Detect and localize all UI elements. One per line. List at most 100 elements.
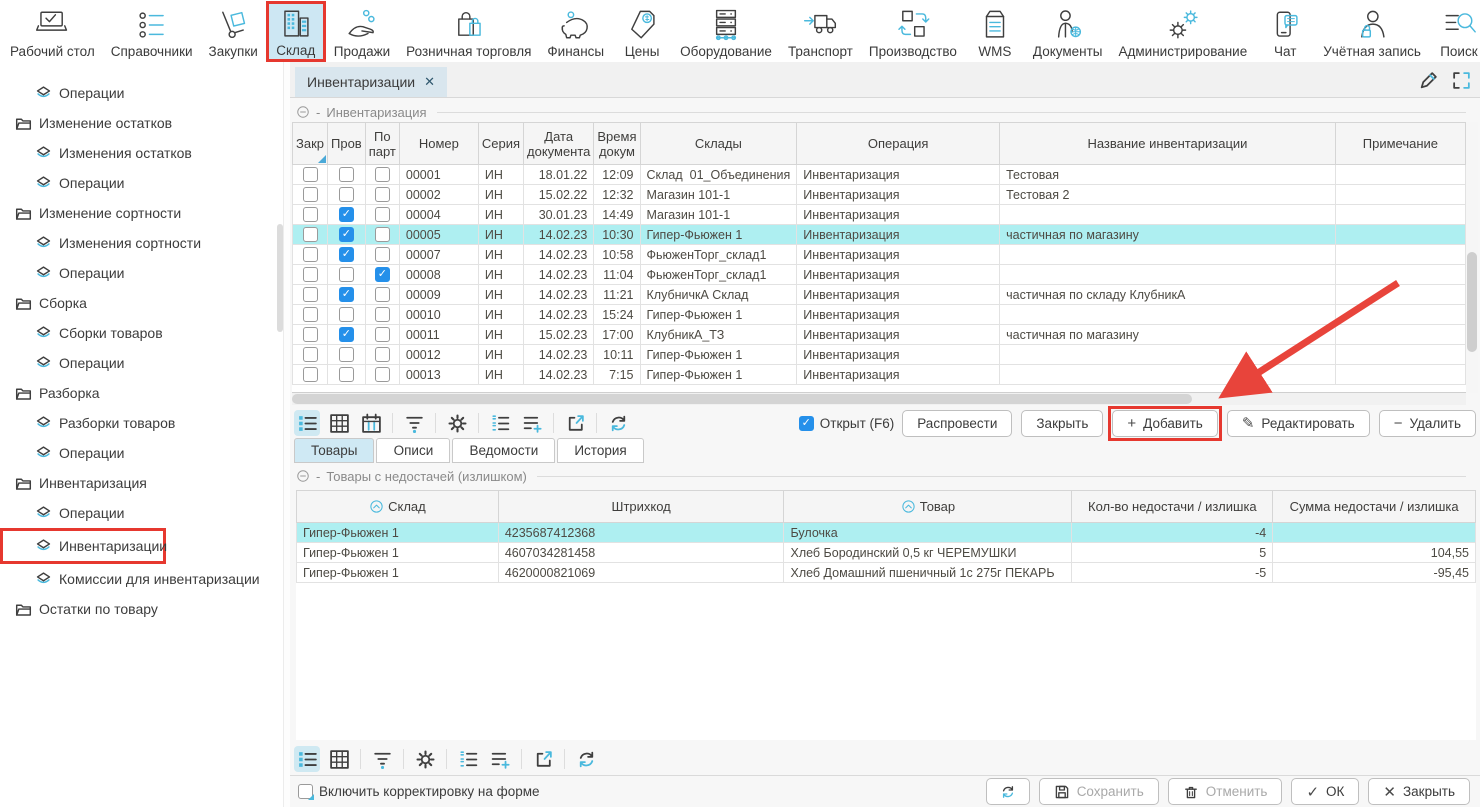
by-batch-checkbox[interactable] bbox=[375, 267, 390, 282]
распровести-button[interactable]: Распровести bbox=[902, 410, 1012, 437]
add-to-list-button[interactable] bbox=[519, 410, 545, 436]
table1-col-1[interactable]: Пров bbox=[328, 123, 366, 165]
v-scroll-thumb[interactable] bbox=[1467, 252, 1477, 352]
table2-col-4[interactable]: Сумма недостачи / излишка bbox=[1273, 491, 1476, 523]
open-f6-checkbox[interactable]: Открыт (F6) bbox=[799, 416, 894, 431]
h-scroll-thumb[interactable] bbox=[292, 394, 1192, 404]
sidebar-item-0[interactable]: Операции bbox=[0, 78, 283, 108]
open-external-button[interactable] bbox=[562, 410, 588, 436]
vertical-scrollbar[interactable] bbox=[1466, 122, 1478, 393]
sidebar-scroll-thumb[interactable] bbox=[277, 224, 283, 332]
by-batch-checkbox[interactable] bbox=[375, 327, 390, 342]
filter-button[interactable] bbox=[401, 410, 427, 436]
sidebar-item-8[interactable]: Сборки товаров bbox=[0, 318, 283, 348]
plus-добавить-button[interactable]: +Добавить bbox=[1112, 410, 1217, 437]
pencil-редактировать-button[interactable]: ✎Редактировать bbox=[1227, 410, 1370, 437]
sidebar-item-11[interactable]: Разборки товаров bbox=[0, 408, 283, 438]
table2-col-1[interactable]: Штрихкод bbox=[498, 491, 784, 523]
sidebar-item-12[interactable]: Операции bbox=[0, 438, 283, 468]
closed-checkbox[interactable] bbox=[303, 347, 318, 362]
tab-0[interactable]: Товары bbox=[294, 438, 374, 463]
table-row[interactable]: 00010ИН14.02.2315:24Гипер-Фьюжен 1Инвент… bbox=[293, 305, 1466, 325]
sidebar-item-3[interactable]: Операции bbox=[0, 168, 283, 198]
posted-checkbox[interactable] bbox=[339, 167, 354, 182]
horizontal-scrollbar[interactable] bbox=[292, 393, 1466, 405]
by-batch-checkbox[interactable] bbox=[375, 287, 390, 302]
by-batch-checkbox[interactable] bbox=[375, 167, 390, 182]
nav-item-finance[interactable]: Финансы bbox=[539, 1, 612, 62]
filter-button[interactable] bbox=[369, 746, 395, 772]
posted-checkbox[interactable] bbox=[339, 187, 354, 202]
nav-item-admin[interactable]: Администрирование bbox=[1111, 1, 1256, 62]
edit-pencil-icon[interactable] bbox=[1418, 70, 1439, 91]
nav-item-wms[interactable]: WMS bbox=[965, 1, 1025, 62]
tab-2[interactable]: Ведомости bbox=[452, 438, 555, 463]
table-row[interactable]: Гипер-Фьюжен 14607034281458Хлеб Бородинс… bbox=[297, 543, 1476, 563]
nav-item-production[interactable]: Производство bbox=[861, 1, 965, 62]
posted-checkbox[interactable] bbox=[339, 347, 354, 362]
table-row[interactable]: 00012ИН14.02.2310:11Гипер-Фьюжен 1Инвент… bbox=[293, 345, 1466, 365]
nav-item-warehouse[interactable]: Склад bbox=[266, 1, 326, 62]
grid-view-button[interactable] bbox=[326, 746, 352, 772]
sidebar-item-7[interactable]: Сборка bbox=[0, 288, 283, 318]
closed-checkbox[interactable] bbox=[303, 307, 318, 322]
table-row[interactable]: 00002ИН15.02.2212:32Магазин 101-1Инвента… bbox=[293, 185, 1466, 205]
sidebar-item-1[interactable]: Изменение остатков bbox=[0, 108, 283, 138]
sidebar-item-4[interactable]: Изменение сортности bbox=[0, 198, 283, 228]
closed-checkbox[interactable] bbox=[303, 327, 318, 342]
sidebar-item-5[interactable]: Изменения сортности bbox=[0, 228, 283, 258]
sidebar-item-2[interactable]: Изменения остатков bbox=[0, 138, 283, 168]
posted-checkbox[interactable] bbox=[339, 207, 354, 222]
by-batch-checkbox[interactable] bbox=[375, 307, 390, 322]
nav-item-sales[interactable]: Продажи bbox=[326, 1, 398, 62]
table-row[interactable]: 00004ИН30.01.2314:49Магазин 101-1Инвента… bbox=[293, 205, 1466, 225]
closed-checkbox[interactable] bbox=[303, 227, 318, 242]
nav-item-search[interactable]: Поиск bbox=[1429, 1, 1480, 62]
grid-view-button[interactable] bbox=[326, 410, 352, 436]
by-batch-checkbox[interactable] bbox=[375, 347, 390, 362]
table1-col-5[interactable]: Дата документа bbox=[524, 123, 594, 165]
refresh-button[interactable] bbox=[605, 410, 631, 436]
table-row[interactable]: 00001ИН18.01.2212:09Склад 01_Объединения… bbox=[293, 165, 1466, 185]
tab-1[interactable]: Описи bbox=[376, 438, 450, 463]
calendar-view-button[interactable] bbox=[358, 410, 384, 436]
by-batch-checkbox[interactable] bbox=[375, 367, 390, 382]
table-row[interactable]: 00009ИН14.02.2311:21КлубничкА СкладИнвен… bbox=[293, 285, 1466, 305]
closed-checkbox[interactable] bbox=[303, 287, 318, 302]
nav-item-equipment[interactable]: Оборудование bbox=[672, 1, 780, 62]
nav-item-account[interactable]: Учётная запись bbox=[1315, 1, 1429, 62]
table1-col-10[interactable]: Примечание bbox=[1335, 123, 1465, 165]
sidebar-scrollbar[interactable] bbox=[277, 162, 283, 682]
by-batch-checkbox[interactable] bbox=[375, 247, 390, 262]
table-row[interactable]: 00005ИН14.02.2310:30Гипер-Фьюжен 1Инвент… bbox=[293, 225, 1466, 245]
collapse-icon[interactable] bbox=[296, 105, 310, 119]
sidebar-item-13[interactable]: Инвентаризация bbox=[0, 468, 283, 498]
table1-col-6[interactable]: Время докум bbox=[594, 123, 640, 165]
settings-gear-button[interactable] bbox=[412, 746, 438, 772]
posted-checkbox[interactable] bbox=[339, 327, 354, 342]
tab-3[interactable]: История bbox=[557, 438, 643, 463]
table1-col-2[interactable]: По парт bbox=[365, 123, 399, 165]
enable-correction-checkbox[interactable]: Включить корректировку на форме bbox=[298, 784, 540, 799]
sidebar-item-9[interactable]: Операции bbox=[0, 348, 283, 378]
closed-checkbox[interactable] bbox=[303, 207, 318, 222]
refresh-button[interactable] bbox=[986, 778, 1030, 805]
nav-item-chat[interactable]: Чат bbox=[1255, 1, 1315, 62]
by-batch-checkbox[interactable] bbox=[375, 207, 390, 222]
nav-item-purchases[interactable]: Закупки bbox=[201, 1, 266, 62]
posted-checkbox[interactable] bbox=[339, 367, 354, 382]
table2-col-0[interactable]: Склад bbox=[297, 491, 499, 523]
table-row[interactable]: 00011ИН15.02.2317:00КлубникА_ТЗИнвентари… bbox=[293, 325, 1466, 345]
nav-item-documents[interactable]: Документы bbox=[1025, 1, 1111, 62]
sidebar-item-10[interactable]: Разборка bbox=[0, 378, 283, 408]
enable-correction-checkbox-box[interactable] bbox=[298, 784, 313, 799]
posted-checkbox[interactable] bbox=[339, 307, 354, 322]
numbered-list-button[interactable] bbox=[455, 746, 481, 772]
closed-checkbox[interactable] bbox=[303, 367, 318, 382]
add-to-list-button[interactable] bbox=[487, 746, 513, 772]
table1-col-0[interactable]: Закр bbox=[293, 123, 328, 165]
closed-checkbox[interactable] bbox=[303, 167, 318, 182]
table1-col-7[interactable]: Склады bbox=[640, 123, 797, 165]
list-view-button[interactable] bbox=[294, 746, 320, 772]
tab-inventarizacii[interactable]: Инвентаризации ✕ bbox=[295, 67, 447, 97]
